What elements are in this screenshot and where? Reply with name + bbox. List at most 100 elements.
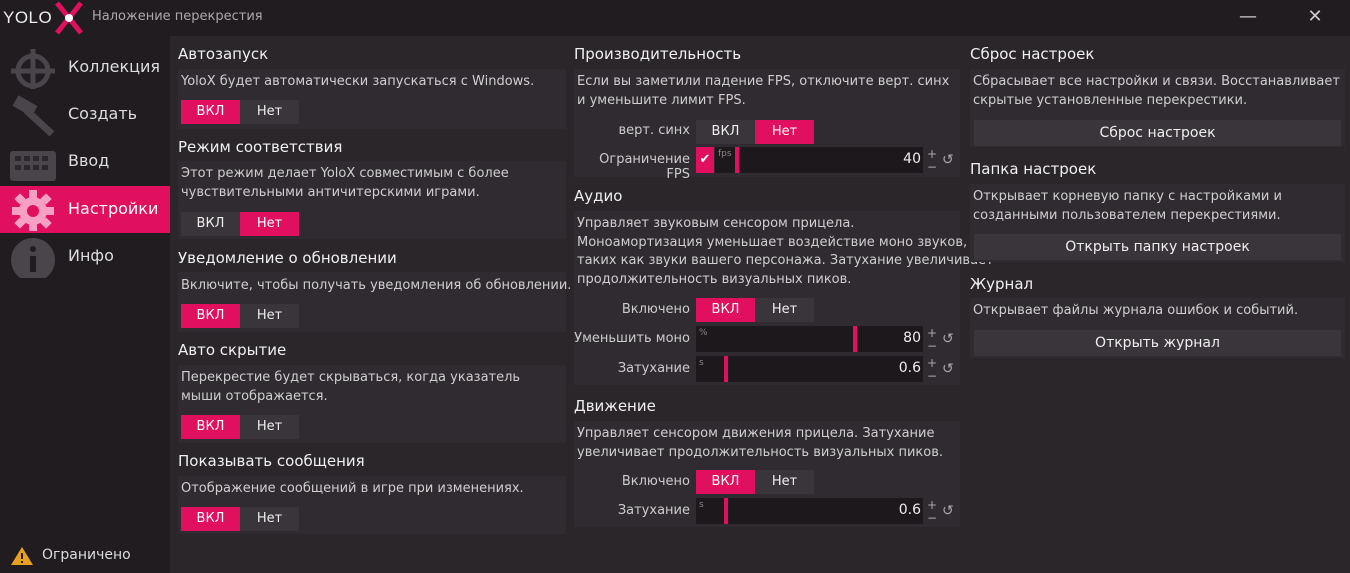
motion-fade-slider[interactable]: s 0.6 [696, 498, 923, 524]
folder-title: Папка настроек [970, 160, 1097, 178]
mono-value[interactable]: 80 [903, 330, 921, 346]
fps-slider-thumb[interactable] [735, 147, 739, 173]
fps-limit-label: Ограничение FPS [599, 152, 690, 182]
audio-enabled-toggle: ВКЛ Нет [696, 298, 814, 322]
fps-increment-button[interactable]: + [925, 148, 939, 160]
audio-desc-line4: продолжительность визуальных пиков. [577, 272, 852, 287]
crosshair-icon [11, 49, 55, 89]
autostart-on-button[interactable]: ВКЛ [181, 100, 240, 124]
log-desc: Открывает файлы журнала ошибок и событий… [973, 303, 1299, 318]
open-settings-folder-button[interactable]: Открыть папку настроек [974, 234, 1341, 260]
audio-fade-label: Затухание [617, 361, 690, 376]
update-on-button[interactable]: ВКЛ [181, 304, 240, 328]
reset-settings-button[interactable]: Сброс настроек [974, 120, 1341, 146]
fps-unit: fps [718, 149, 732, 159]
vsync-toggle: ВКЛ Нет [696, 120, 814, 144]
compat-title: Режим соответствия [178, 138, 343, 156]
audio-desc-line2: Моноамортизация уменьшает воздействие мо… [577, 235, 968, 250]
compat-on-button[interactable]: ВКЛ [181, 212, 240, 236]
mono-slider[interactable]: % 80 [696, 326, 923, 352]
perf-title: Производительность [574, 45, 742, 63]
motion-fade-slider-thumb[interactable] [724, 498, 728, 524]
open-log-button[interactable]: Открыть журнал [974, 330, 1341, 356]
mono-increment-button[interactable]: + [925, 327, 939, 339]
motion-off-button[interactable]: Нет [755, 470, 814, 494]
autohide-off-button[interactable]: Нет [240, 415, 299, 439]
sidebar-item-settings[interactable]: Настройки [0, 186, 170, 233]
reset-desc-line1: Сбрасывает все настройки и связи. Восста… [973, 74, 1340, 89]
warning-icon [11, 547, 33, 565]
sidebar: Коллекция Создать Ввод Настройки Инфо [0, 36, 170, 573]
fps-decrement-button[interactable]: − [925, 161, 939, 173]
sidebar-item-collection[interactable]: Коллекция [0, 44, 170, 91]
fps-reset-icon[interactable]: ↺ [942, 152, 958, 168]
mono-slider-thumb[interactable] [853, 326, 857, 352]
fps-limit-checkbox[interactable]: ✔ [696, 147, 714, 173]
minimize-button[interactable]: — [1233, 3, 1263, 31]
motion-fade-decrement-button[interactable]: − [925, 512, 939, 524]
autohide-desc-line1: Перекрестие будет скрываться, когда указ… [181, 370, 521, 385]
motion-fade-value[interactable]: 0.6 [899, 502, 921, 518]
hammer-icon [12, 95, 55, 136]
reset-desc-line2: скрытые установленные перекрестики. [973, 93, 1248, 108]
vsync-on-button[interactable]: ВКЛ [696, 120, 755, 144]
autohide-title: Авто скрытие [178, 341, 287, 359]
audio-fade-increment-button[interactable]: + [925, 357, 939, 369]
mono-label: Уменьшить моно [574, 331, 690, 346]
mono-decrement-button[interactable]: − [925, 340, 939, 352]
update-title: Уведомление о обновлении [178, 249, 397, 267]
close-button[interactable]: ✕ [1300, 3, 1330, 31]
window-title: Наложение перекрестия [92, 9, 263, 24]
compat-desc-line1: Этот режим делает YoloX совместимым с бо… [181, 166, 509, 181]
audio-fade-slider[interactable]: s 0.6 [696, 356, 923, 382]
mono-reset-icon[interactable]: ↺ [942, 331, 958, 347]
motion-fade-label: Затухание [617, 503, 690, 518]
update-off-button[interactable]: Нет [240, 304, 299, 328]
audio-desc-line1: Управляет звуковым сенсором прицела. [577, 216, 855, 231]
audio-fade-slider-thumb[interactable] [724, 356, 728, 382]
audio-fade-reset-icon[interactable]: ↺ [942, 361, 958, 377]
sidebar-item-create[interactable]: Создать [0, 91, 170, 138]
audio-on-button[interactable]: ВКЛ [696, 298, 755, 322]
fps-value[interactable]: 40 [903, 151, 921, 167]
compat-off-button[interactable]: Нет [240, 212, 299, 236]
motion-fade-unit: s [699, 500, 704, 510]
app-logo: YOLO [3, 0, 84, 36]
messages-on-button[interactable]: ВКЛ [181, 507, 240, 531]
audio-fade-decrement-button[interactable]: − [925, 370, 939, 382]
autostart-off-button[interactable]: Нет [240, 100, 299, 124]
audio-off-button[interactable]: Нет [755, 298, 814, 322]
compat-desc-line2: чувствительными античитерскими играми. [181, 185, 480, 200]
sidebar-item-label: Инфо [68, 246, 114, 265]
keyboard-icon [10, 151, 56, 181]
settings-panel: Автозапуск YoloX будет автоматически зап… [170, 36, 1350, 573]
sidebar-item-info[interactable]: Инфо [0, 233, 170, 280]
motion-enabled-toggle: ВКЛ Нет [696, 470, 814, 494]
sidebar-item-label: Создать [68, 104, 138, 123]
compat-toggle: ВКЛ Нет [181, 212, 299, 236]
sidebar-item-label: Настройки [68, 199, 159, 218]
audio-desc-line3: таких как звуки вашего персонажа. Затуха… [577, 253, 994, 268]
messages-off-button[interactable]: Нет [240, 507, 299, 531]
fps-limit-slider[interactable]: fps 40 [715, 147, 923, 173]
motion-fade-increment-button[interactable]: + [925, 499, 939, 511]
folder-desc-line1: Открывает корневую папку с настройками и [973, 189, 1282, 204]
audio-fade-value[interactable]: 0.6 [899, 360, 921, 376]
title-bar: YOLO Наложение перекрестия — ✕ [0, 0, 1350, 36]
sidebar-item-input[interactable]: Ввод [0, 138, 170, 185]
motion-fade-reset-icon[interactable]: ↺ [942, 503, 958, 519]
log-title: Журнал [970, 275, 1034, 293]
vsync-off-button[interactable]: Нет [755, 120, 814, 144]
motion-desc-line2: увеличивает продолжительность визуальных… [577, 445, 943, 460]
motion-on-button[interactable]: ВКЛ [696, 470, 755, 494]
autohide-on-button[interactable]: ВКЛ [181, 415, 240, 439]
sidebar-item-label: Коллекция [68, 57, 161, 76]
mono-unit: % [699, 328, 708, 338]
logo-text: YOLO [3, 8, 53, 27]
audio-title: Аудио [574, 187, 623, 205]
status-label: Ограничено [42, 547, 131, 563]
license-status[interactable]: Ограничено [0, 537, 170, 573]
folder-desc-line2: созданными пользователем перекрестиями. [973, 208, 1281, 223]
gear-icon [12, 190, 54, 231]
messages-toggle: ВКЛ Нет [181, 507, 299, 531]
